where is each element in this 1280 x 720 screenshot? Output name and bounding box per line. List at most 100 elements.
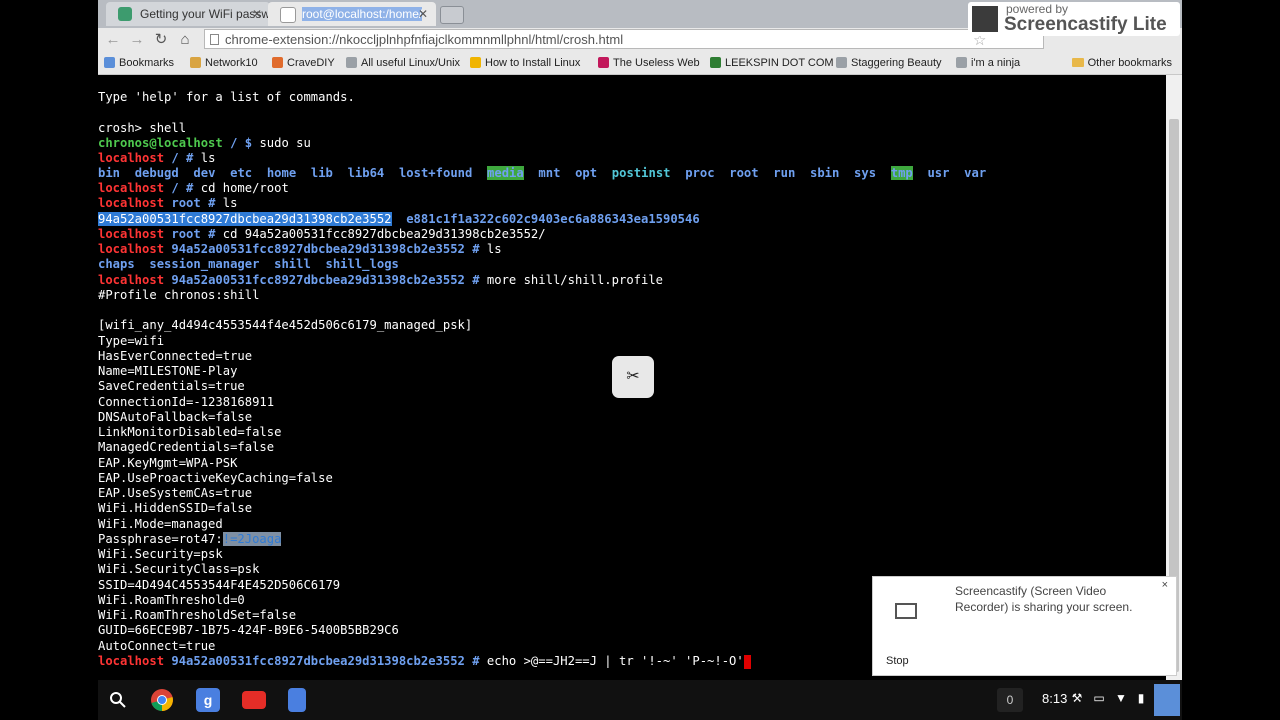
prompt-host: localhost bbox=[98, 654, 165, 668]
notification-text: Screencastify (Screen Video Recorder) is… bbox=[955, 584, 1133, 614]
dir-entry: lost+found bbox=[398, 166, 473, 180]
terminal-line: Type 'help' for a list of commands. bbox=[98, 90, 355, 105]
close-icon[interactable]: ✕ bbox=[418, 2, 428, 26]
bookmark-item[interactable]: LEEKSPIN DOT COM bbox=[710, 55, 843, 71]
battery-icon: ▮ bbox=[1137, 691, 1145, 705]
other-bookmarks[interactable]: Other bookmarks bbox=[1071, 55, 1172, 71]
prompt-host: localhost bbox=[98, 196, 165, 210]
search-icon[interactable] bbox=[106, 688, 130, 712]
profile-line: EAP.UseProactiveKeyCaching=false bbox=[98, 471, 333, 485]
dir-entry: media bbox=[487, 166, 524, 180]
dir-entry: var bbox=[964, 166, 987, 180]
profile-line: HasEverConnected=true bbox=[98, 349, 253, 363]
left-black-margin bbox=[0, 0, 98, 720]
avatar[interactable] bbox=[1154, 684, 1180, 716]
tab-wifi-article[interactable]: Getting your WiFi passw ✕ bbox=[106, 2, 270, 26]
bookmark-label: LEEKSPIN DOT COM bbox=[725, 57, 834, 69]
bookmarks-bar: Bookmarks Network10 CraveDIY All useful … bbox=[98, 52, 1182, 75]
dir-entry-selected[interactable]: 94a52a00531fcc8927dbcbea29d31398cb2e3552 bbox=[98, 212, 392, 226]
tab-crosh[interactable]: root@localhost:/home/ ✕ bbox=[268, 2, 436, 26]
google-search-icon[interactable]: g bbox=[196, 688, 220, 712]
bookmark-item[interactable]: Staggering Beauty bbox=[836, 55, 963, 71]
close-icon[interactable]: × bbox=[1162, 579, 1168, 591]
terminal-line: localhost 94a52a00531fcc8927dbcbea29d313… bbox=[98, 654, 751, 669]
other-bookmarks-label: Other bookmarks bbox=[1087, 57, 1172, 69]
profile-line: SaveCredentials=true bbox=[98, 379, 245, 393]
dir-entry: shill_logs bbox=[325, 257, 399, 271]
dir-entry: home bbox=[266, 166, 297, 180]
close-icon[interactable]: ✕ bbox=[252, 2, 262, 26]
profile-line: #Profile chronos:shill bbox=[98, 288, 260, 302]
passphrase-value-selected[interactable]: !=2Joaga bbox=[222, 532, 282, 546]
prompt-path: 94a52a00531fcc8927dbcbea29d31398cb2e3552… bbox=[164, 654, 487, 668]
profile-line: WiFi.RoamThreshold=0 bbox=[98, 593, 245, 607]
profile-line: [wifi_any_4d494c4553544f4e452d506c6179_m… bbox=[98, 318, 473, 332]
profile-line: EAP.KeyMgmt=WPA-PSK bbox=[98, 456, 238, 470]
dir-entry: lib bbox=[310, 166, 333, 180]
text-cursor bbox=[743, 654, 751, 669]
prompt-host: localhost bbox=[98, 242, 165, 256]
profile-line: AutoConnect=true bbox=[98, 639, 216, 653]
dir-entry: sbin bbox=[809, 166, 840, 180]
clock[interactable]: 8:13 bbox=[1042, 691, 1067, 706]
youtube-icon[interactable] bbox=[242, 691, 266, 709]
prompt-host: localhost bbox=[98, 273, 165, 287]
notification-count[interactable]: 0 bbox=[997, 688, 1023, 712]
chrome-icon[interactable] bbox=[150, 688, 174, 712]
bookmark-item[interactable]: How to Install Linux bbox=[470, 55, 601, 71]
prompt-host: localhost bbox=[98, 181, 165, 195]
home-icon[interactable]: ⌂ bbox=[174, 30, 196, 50]
bookmark-item[interactable]: All useful Linux/Unix bbox=[346, 55, 477, 71]
command-text: ls bbox=[222, 196, 238, 210]
right-black-margin bbox=[1182, 0, 1280, 720]
dir-entry: chaps bbox=[98, 257, 135, 271]
stop-button[interactable]: Stop bbox=[886, 655, 909, 667]
back-arrow-icon[interactable]: ← bbox=[102, 30, 124, 50]
command-text: sudo su bbox=[259, 136, 311, 150]
bookmark-label: The Useless Web bbox=[613, 57, 700, 69]
scissors-icon[interactable]: ✂ bbox=[612, 356, 654, 398]
page-favicon-icon bbox=[280, 7, 296, 23]
dir-listing: 94a52a00531fcc8927dbcbea29d31398cb2e3552… bbox=[98, 212, 700, 227]
chromeos-shelf: g 0 8:13 ⚒ ▭ ▼ ▮ bbox=[98, 680, 1182, 720]
dir-entry: opt bbox=[575, 166, 598, 180]
bookmark-item[interactable]: The Useless Web bbox=[598, 55, 717, 71]
profile-line: GUID=66ECE9B7-1B75-424F-B9E6-5400B5BB29C… bbox=[98, 623, 399, 637]
bookmark-item[interactable]: CraveDIY bbox=[272, 55, 357, 71]
passphrase-line: Passphrase=rot47:!=2Joaga bbox=[98, 532, 282, 547]
passphrase-key: Passphrase=rot47: bbox=[98, 532, 223, 546]
crosh-prompt: crosh> shell bbox=[98, 121, 187, 135]
terminal-line: localhost root # cd 94a52a00531fcc8927db… bbox=[98, 227, 546, 242]
bookmark-item[interactable]: Bookmarks bbox=[104, 55, 199, 71]
dir-entry: usr bbox=[927, 166, 950, 180]
profile-line: LinkMonitorDisabled=false bbox=[98, 425, 282, 439]
dir-entry: sys bbox=[854, 166, 877, 180]
command-text[interactable]: echo >@==JH2==J | tr '!-~' 'P-~!-O' bbox=[487, 654, 744, 668]
dir-entry: mnt bbox=[538, 166, 561, 180]
new-tab-button[interactable] bbox=[440, 6, 464, 24]
profile-line: WiFi.HiddenSSID=false bbox=[98, 501, 253, 515]
prompt-path: 94a52a00531fcc8927dbcbea29d31398cb2e3552… bbox=[164, 273, 487, 287]
bookmark-icon bbox=[836, 57, 847, 68]
prompt-path: root # bbox=[164, 196, 223, 210]
dir-entry: tmp bbox=[890, 166, 913, 180]
prompt-path: root # bbox=[164, 227, 223, 241]
dir-entry: dev bbox=[193, 166, 216, 180]
bookmark-icon bbox=[190, 57, 201, 68]
profile-line: Name=MILESTONE-Play bbox=[98, 364, 238, 378]
bookmark-label: Bookmarks bbox=[119, 57, 175, 69]
screencastify-watermark: powered by Screencastify Lite bbox=[968, 2, 1180, 36]
bookmark-item[interactable]: i'm a ninja bbox=[956, 55, 1051, 71]
bookmark-item[interactable]: Network10 bbox=[190, 55, 277, 71]
dir-entry: shill bbox=[274, 257, 311, 271]
docs-icon[interactable] bbox=[288, 688, 306, 712]
url-text: chrome-extension://nkoccljplnhpfnfiajclk… bbox=[225, 32, 624, 47]
forward-arrow-icon[interactable]: → bbox=[126, 30, 148, 50]
prompt-host: localhost bbox=[98, 151, 165, 165]
profile-line: ConnectionId=-1238168911 bbox=[98, 395, 275, 409]
reload-icon[interactable]: ↻ bbox=[150, 30, 172, 50]
dir-listing: bin debugd dev etc home lib lib64 lost+f… bbox=[98, 166, 986, 181]
address-bar[interactable]: chrome-extension://nkoccljplnhpfnfiajclk… bbox=[204, 29, 1044, 49]
profile-line: DNSAutoFallback=false bbox=[98, 410, 253, 424]
screen-share-notification: Screencastify (Screen Video Recorder) is… bbox=[872, 576, 1177, 676]
